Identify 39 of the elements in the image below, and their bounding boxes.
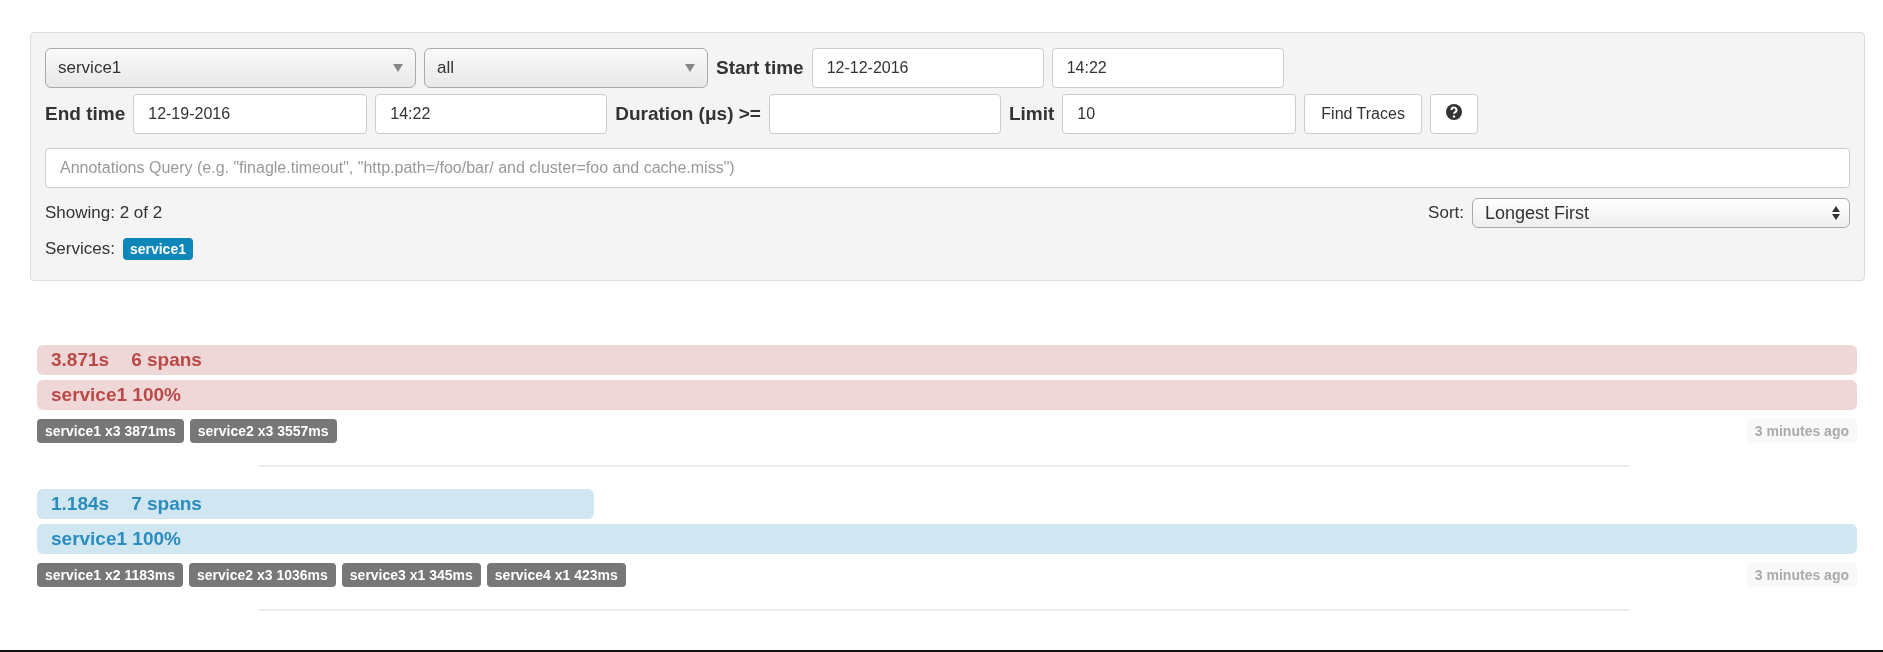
caret-icon	[393, 64, 403, 72]
service-tag: service4 x1 423ms	[486, 563, 626, 587]
trace-duration-bar[interactable]: 3.871s 6 spans	[37, 345, 1857, 375]
spans-text: 6 spans	[131, 349, 202, 371]
service-tag: service2 x3 3557ms	[189, 419, 337, 443]
annotations-query-field[interactable]: Annotations Query (e.g. "finagle.timeout", "http.path=/foo/bar/ and cluster=foo and cache.miss")	[45, 148, 1850, 188]
service-tag: service3 x1 345ms	[341, 563, 481, 587]
find-traces-button[interactable]: Find Traces	[1304, 94, 1422, 134]
service-tag: service1 x3 3871ms	[37, 419, 184, 443]
service-select[interactable]: service1	[45, 48, 416, 88]
service-tag: service1 x2 1183ms	[37, 563, 183, 587]
sort-select[interactable]: Longest First	[1472, 198, 1850, 228]
services-label: Services:	[45, 239, 115, 259]
end-date-field[interactable]: 12-19-2016	[133, 94, 368, 134]
duration-label: Duration (μs) >=	[615, 103, 761, 125]
end-time-field[interactable]: 14:22	[375, 94, 608, 134]
limit-field[interactable]: 10	[1062, 94, 1297, 134]
duration-field[interactable]	[768, 94, 1001, 134]
limit-label: Limit	[1008, 103, 1055, 125]
span-select[interactable]: all	[424, 48, 708, 88]
spans-text: 7 spans	[131, 493, 202, 515]
duration-text: 1.184s	[51, 493, 110, 515]
start-time-field[interactable]: 14:22	[1051, 48, 1284, 88]
service-badge: service1	[122, 238, 193, 260]
caret-icon	[685, 64, 695, 72]
service-bar: service1 100%	[37, 380, 1857, 410]
start-time-label: Start time	[716, 57, 804, 79]
showing-count: Showing: 2 of 2	[45, 203, 163, 223]
help-button[interactable]	[1429, 94, 1478, 134]
start-date-field[interactable]: 12-12-2016	[811, 48, 1044, 88]
service-bar: service1 100%	[37, 524, 1857, 554]
help-icon	[1444, 103, 1463, 121]
duration-text: 3.871s	[51, 349, 110, 371]
timestamp: 3 minutes ago	[1746, 419, 1857, 443]
sort-label: Sort:	[1428, 203, 1464, 223]
timestamp: 3 minutes ago	[1746, 563, 1857, 587]
end-time-label: End time	[45, 103, 126, 125]
service-tag: service2 x3 1036ms	[189, 563, 336, 587]
stepper-icon	[1831, 205, 1841, 221]
